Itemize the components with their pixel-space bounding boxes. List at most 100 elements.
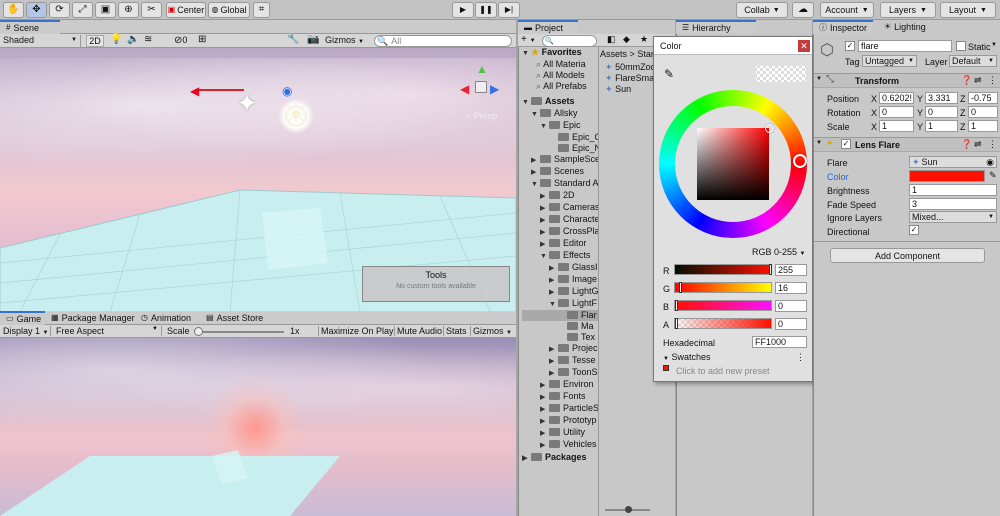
- asset-file-item[interactable]: ✦ FlareSmal: [605, 73, 656, 84]
- effects-toggle[interactable]: ≋: [144, 34, 152, 45]
- component-menu-icon[interactable]: ⋮: [988, 139, 997, 150]
- create-button[interactable]: + ▼: [521, 34, 536, 45]
- favorite-star-icon[interactable]: ★: [640, 34, 648, 45]
- folder-item[interactable]: ▶ Tesse: [522, 355, 598, 367]
- add-preset-hint[interactable]: Click to add new preset: [676, 366, 770, 376]
- tab-project[interactable]: ▬ Project: [518, 20, 578, 34]
- channel-a-slider[interactable]: [674, 318, 772, 329]
- object-name-input[interactable]: flare: [858, 40, 952, 52]
- tab-animation[interactable]: ◷ Animation: [135, 311, 197, 325]
- channel-r-thumb[interactable]: [769, 264, 772, 275]
- layers-button[interactable]: Layers ▼: [880, 2, 936, 18]
- favorites-header[interactable]: ▼ ★ Favorites: [522, 47, 598, 59]
- folder-item[interactable]: ▶ Environ: [522, 379, 598, 391]
- folder-item[interactable]: ▶ ToonS: [522, 367, 598, 379]
- scale-slider-thumb[interactable]: [194, 327, 203, 336]
- tool-settings-toggle[interactable]: 🔧: [287, 34, 299, 45]
- help-icon[interactable]: ❓: [961, 139, 972, 150]
- channel-g-slider[interactable]: [674, 282, 772, 293]
- project-splitter[interactable]: [598, 47, 599, 516]
- preset-swatch-red[interactable]: [663, 365, 669, 371]
- swatches-header[interactable]: ▼ Swatches: [663, 352, 711, 362]
- component-menu-icon[interactable]: ⋮: [988, 75, 997, 86]
- rect-tool-button[interactable]: ▣: [95, 2, 116, 18]
- position-x-input[interactable]: 0.6202!: [879, 92, 914, 104]
- folder-item[interactable]: ▶ Cameras: [522, 202, 598, 214]
- pivot-global-button[interactable]: ◍ Global: [208, 2, 250, 18]
- scene-viewport[interactable]: ☀ ✦ ◀ ◉ ▲ ◀ ▶ < Persp Tools No custom to…: [0, 48, 516, 312]
- fade-speed-input[interactable]: 3: [909, 198, 997, 210]
- transform-foldout[interactable]: ▼: [816, 76, 822, 82]
- folder-item[interactable]: ▶ Fonts: [522, 391, 598, 403]
- help-icon[interactable]: ❓: [961, 75, 972, 86]
- transform-tool-button[interactable]: ⊕: [118, 2, 139, 18]
- maximize-on-play-toggle[interactable]: Maximize On Play: [318, 326, 394, 336]
- position-z-input[interactable]: -0.75: [968, 92, 998, 104]
- favorite-item[interactable]: ⌕ All Materia: [522, 59, 598, 70]
- rotation-z-input[interactable]: 0: [968, 106, 998, 118]
- audio-toggle[interactable]: 🔈: [127, 34, 139, 45]
- scale-tool-button[interactable]: ⤢: [72, 2, 93, 18]
- channel-g-thumb[interactable]: [679, 282, 682, 293]
- channel-b-thumb[interactable]: [675, 300, 678, 311]
- channel-b-input[interactable]: 0: [775, 300, 807, 312]
- camera-settings-toggle[interactable]: 📷: [307, 34, 319, 45]
- hand-tool-button[interactable]: ✋: [3, 2, 24, 18]
- scene-search-input[interactable]: 🔍 All: [374, 35, 512, 47]
- stats-toggle[interactable]: Stats: [443, 326, 467, 336]
- position-y-input[interactable]: 3.331: [925, 92, 958, 104]
- rotate-tool-button[interactable]: ⟳: [49, 2, 70, 18]
- snap-button[interactable]: ⌗: [253, 2, 270, 18]
- close-button[interactable]: ✕: [798, 40, 810, 52]
- layer-dropdown[interactable]: Default ▼: [949, 55, 997, 67]
- scale-x-input[interactable]: 1: [879, 120, 914, 132]
- cloud-button[interactable]: ☁: [792, 2, 814, 18]
- favorite-item[interactable]: ⌕ All Models: [522, 70, 598, 81]
- folder-item[interactable]: ▶ Characte: [522, 214, 598, 226]
- color-mode-dropdown[interactable]: RGB 0-255 ▼: [752, 247, 806, 257]
- collab-button[interactable]: Collab ▼: [736, 2, 788, 18]
- color-eyedropper-icon[interactable]: ✎: [989, 170, 997, 181]
- move-arrow-x-icon[interactable]: ◀: [190, 84, 199, 98]
- custom-tool-button[interactable]: ✂: [141, 2, 162, 18]
- assets-root[interactable]: ▼ Assets: [522, 96, 598, 108]
- project-breadcrumb[interactable]: Assets > Stand: [600, 49, 661, 59]
- saturation-value-square[interactable]: [697, 128, 769, 200]
- hidden-objects-toggle[interactable]: ⊘0: [174, 35, 187, 46]
- move-arrow-z-icon[interactable]: ◉: [282, 84, 292, 98]
- mode-2d-button[interactable]: 2D: [86, 35, 104, 47]
- folder-item[interactable]: ▼ Effects: [522, 250, 598, 262]
- account-button[interactable]: Account ▼: [820, 2, 874, 18]
- step-button[interactable]: ▶|: [498, 2, 520, 18]
- packages-root[interactable]: ▶ Packages: [522, 452, 598, 464]
- preset-icon[interactable]: ⇌: [974, 139, 982, 150]
- rotation-y-input[interactable]: 0: [925, 106, 958, 118]
- swatches-menu-icon[interactable]: ⋮: [796, 352, 805, 363]
- hue-marker[interactable]: [793, 154, 807, 168]
- folder-item[interactable]: Flar: [522, 310, 598, 321]
- folder-item[interactable]: ▼ Epic: [522, 120, 598, 132]
- filter-label-icon[interactable]: ◆: [623, 34, 630, 45]
- layout-button[interactable]: Layout ▼: [940, 2, 996, 18]
- eyedropper-button[interactable]: ✎: [664, 67, 674, 81]
- flare-object-field[interactable]: ✦ Sun ◉: [909, 156, 997, 168]
- grid-toggle[interactable]: ⊞: [198, 34, 206, 45]
- folder-item[interactable]: ▶ LightG: [522, 286, 598, 298]
- lens-flare-enabled-checkbox[interactable]: ✓: [841, 139, 851, 149]
- favorite-item[interactable]: ⌕ All Prefabs: [522, 81, 598, 92]
- folder-item[interactable]: ▶ Scenes: [522, 166, 598, 178]
- folder-item[interactable]: ▶ Projec: [522, 343, 598, 355]
- scale-z-input[interactable]: 1: [968, 120, 998, 132]
- channel-a-input[interactable]: 0: [775, 318, 807, 330]
- folder-item[interactable]: Epic_G: [522, 132, 598, 143]
- ignore-layers-dropdown[interactable]: Mixed... ▼: [909, 211, 997, 223]
- asset-file-item[interactable]: ✦ Sun: [605, 84, 656, 95]
- brightness-input[interactable]: 1: [909, 184, 997, 196]
- filter-type-icon[interactable]: ◧: [607, 34, 616, 45]
- persp-label[interactable]: < Persp: [466, 111, 497, 121]
- scale-slider[interactable]: [194, 327, 284, 336]
- folder-item[interactable]: ▼ LightF: [522, 298, 598, 310]
- folder-item[interactable]: ▼ Allsky: [522, 108, 598, 120]
- folder-item[interactable]: ▶ Image: [522, 274, 598, 286]
- rotation-x-input[interactable]: 0: [879, 106, 914, 118]
